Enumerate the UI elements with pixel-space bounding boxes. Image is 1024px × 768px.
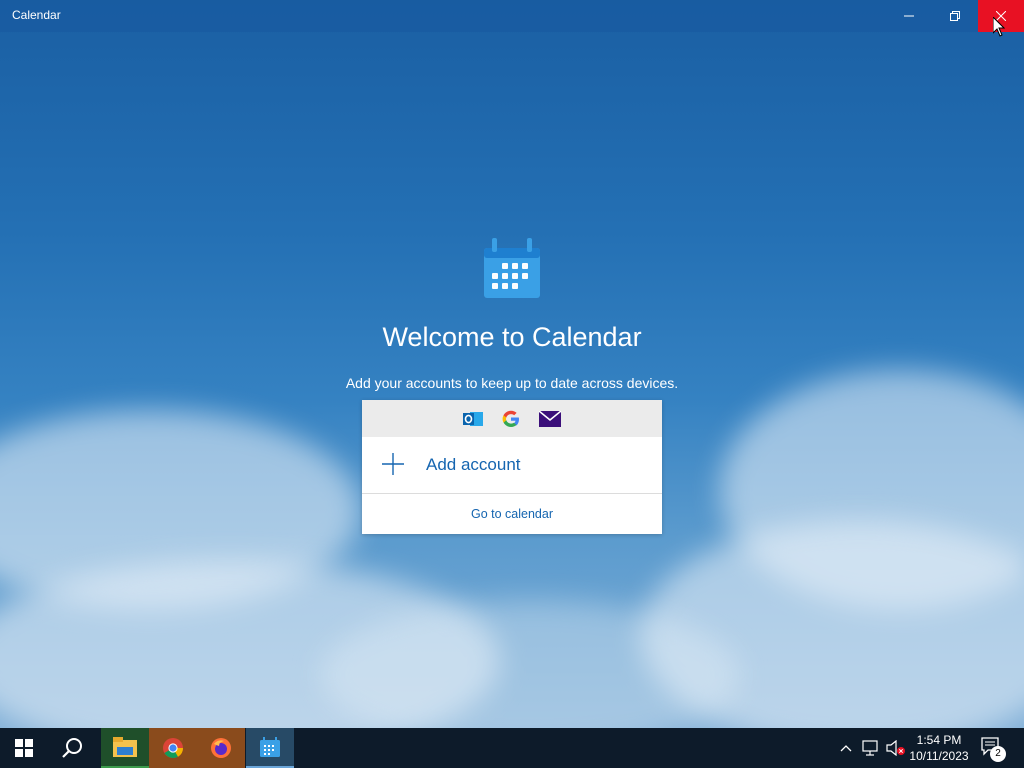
restore-button[interactable] [932,0,978,32]
file-explorer-button[interactable] [101,728,149,768]
desktop-screen: Calendar Welcome to Calendar Add your ac… [0,0,1024,768]
welcome-content: Welcome to Calendar Add your accounts to… [0,32,1024,728]
calendar-icon [260,737,280,757]
chrome-button[interactable] [149,728,197,768]
welcome-heading: Welcome to Calendar [382,322,642,352]
window-title: Calendar [12,8,61,22]
calendar-app-icon [484,238,540,298]
calendar-taskbar-button[interactable] [246,728,294,768]
firefox-button[interactable] [197,728,245,768]
account-card: Add account Go to calendar [362,400,662,534]
restore-icon [950,11,960,21]
add-account-button[interactable]: Add account [362,437,662,494]
outlook-icon [463,411,483,426]
chevron-up-icon [840,745,852,752]
show-hidden-icons-button[interactable] [840,738,852,758]
minimize-button[interactable] [886,0,932,32]
taskbar: 1:54 PM 10/11/2023 2 [0,728,1024,768]
provider-icons-row [362,400,662,437]
taskbar-clock[interactable]: 1:54 PM 10/11/2023 [904,732,974,764]
volume-button[interactable] [886,738,906,758]
volume-muted-icon [886,740,905,756]
title-bar: Calendar [0,0,1024,32]
go-to-calendar-link[interactable]: Go to calendar [362,494,662,534]
add-account-label: Add account [426,455,521,474]
search-button[interactable] [48,728,96,768]
search-icon [62,738,82,758]
plus-icon [382,453,404,475]
notification-count-badge: 2 [990,746,1006,762]
google-icon [502,410,519,427]
clock-date: 10/11/2023 [909,749,969,763]
minimize-icon [904,15,914,17]
clock-time: 1:54 PM [916,733,962,747]
welcome-subtitle: Add your accounts to keep up to date acr… [345,375,679,391]
firefox-icon [211,738,231,758]
start-button[interactable] [0,728,48,768]
chrome-icon [163,738,184,759]
file-explorer-icon [113,737,137,757]
network-icon [862,740,878,756]
network-button[interactable] [862,738,880,758]
start-icon [15,739,33,757]
mail-icon [539,410,561,427]
